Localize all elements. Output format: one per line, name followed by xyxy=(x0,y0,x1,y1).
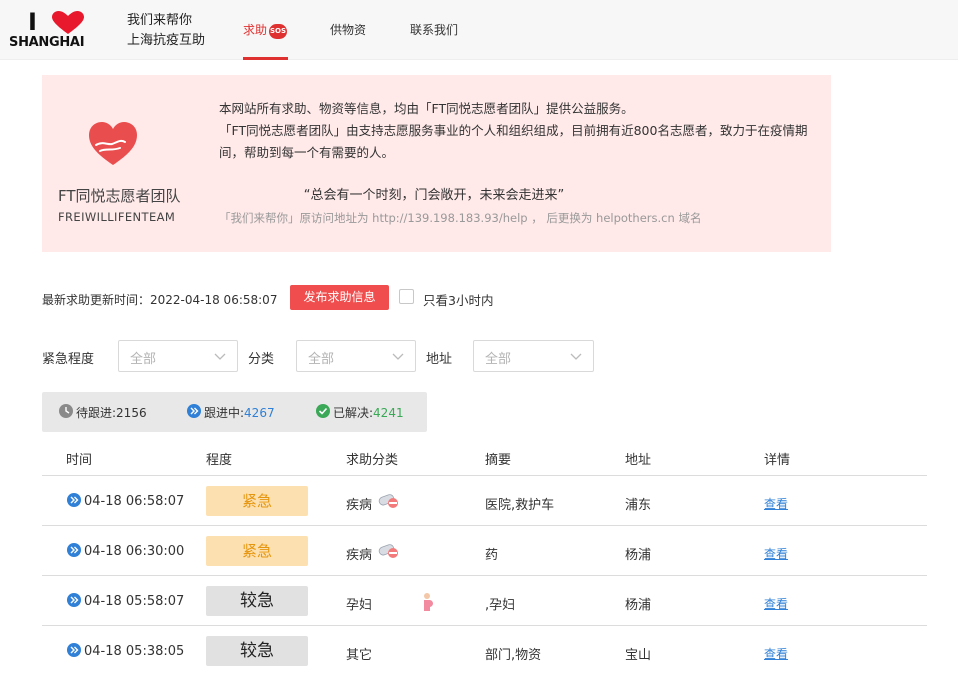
following-count: 4267 xyxy=(244,406,275,420)
status-summary-bar: 待跟进:2156 跟进中:4267 已解决:4241 xyxy=(42,392,427,432)
column-header-summary: 摘要 xyxy=(485,453,512,468)
request-time: 04-18 05:58:07 xyxy=(84,594,185,609)
request-summary: 药 xyxy=(485,548,499,563)
table-row: 04-18 05:58:07 较急 孕妇 ,孕妇 杨浦 查看 xyxy=(42,576,927,626)
double-chevron-right-icon xyxy=(67,643,81,657)
category-select-value: 全部 xyxy=(308,352,335,367)
urgency-badge: 紧急 xyxy=(206,486,308,516)
chevron-down-icon xyxy=(570,353,582,360)
slogan: “总会有一个时刻，门会敞开，未来会走进来” xyxy=(303,188,565,203)
brand-title: 我们来帮你 xyxy=(127,13,193,28)
nav-supplies[interactable]: 供物资 xyxy=(330,21,366,38)
pills-icon xyxy=(378,544,398,558)
view-details-link[interactable]: 查看 xyxy=(764,495,788,512)
last-update-time: 最新求助更新时间：2022-04-18 06:58:07 xyxy=(42,293,278,307)
logo-city-name: SHANGHAI xyxy=(9,35,85,50)
site-brand: 我们来帮你 上海抗疫互助 xyxy=(127,11,205,51)
notice-body: 本网站所有求助、物资等信息，均由「FT同悦志愿者团队」提供公益服务。 「FT同悦… xyxy=(219,98,809,164)
pregnant-icon xyxy=(424,593,433,611)
request-category: 其它 xyxy=(346,648,373,663)
view-details-link[interactable]: 查看 xyxy=(764,545,788,562)
heart-icon xyxy=(52,11,84,34)
urgency-filter-label: 紧急程度 xyxy=(42,352,95,367)
notice-line-2: 「FT同悦志愿者团队」由支持志愿服务事业的个人和组织组成，目前拥有近800名志愿… xyxy=(219,123,808,160)
sos-badge: SOS xyxy=(269,24,288,39)
urgency-badge: 较急 xyxy=(206,586,308,616)
resolved-stat[interactable]: 已解决:4241 xyxy=(316,404,404,421)
urgency-badge: 较急 xyxy=(206,636,308,666)
domain-change-note: 「我们来帮你」原访问地址为 http://139.198.183.93/help… xyxy=(219,211,702,225)
team-name: FT同悦志愿者团队 xyxy=(58,187,181,205)
double-chevron-right-icon xyxy=(187,404,201,418)
check-circle-icon xyxy=(316,404,330,418)
request-summary: 医院,救护车 xyxy=(485,498,555,513)
active-nav-indicator xyxy=(243,57,288,60)
address-select[interactable]: 全部 xyxy=(473,340,594,372)
table-row: 04-18 06:30:00 紧急 疾病 药 杨浦 查看 xyxy=(42,526,927,576)
request-time: 04-18 06:58:07 xyxy=(84,494,185,509)
only-3-hours-checkbox[interactable] xyxy=(399,289,414,304)
request-time: 04-18 06:30:00 xyxy=(84,544,185,559)
category-select[interactable]: 全部 xyxy=(296,340,416,372)
double-chevron-right-icon xyxy=(67,543,81,557)
pending-stat[interactable]: 待跟进:2156 xyxy=(59,404,147,421)
following-stat[interactable]: 跟进中:4267 xyxy=(187,404,275,421)
request-address: 杨浦 xyxy=(625,598,652,613)
chevron-down-icon xyxy=(392,353,404,360)
notice-line-1: 本网站所有求助、物资等信息，均由「FT同悦志愿者团队」提供公益服务。 xyxy=(219,101,634,116)
urgency-badge: 紧急 xyxy=(206,536,308,566)
publish-help-request-button[interactable]: 发布求助信息 xyxy=(290,285,389,310)
brand-subtitle: 上海抗疫互助 xyxy=(127,33,206,48)
urgency-select-value: 全部 xyxy=(130,352,157,367)
team-english-name: FREIWILLIFENTEAM xyxy=(58,210,176,224)
request-time: 04-18 05:38:05 xyxy=(84,644,185,659)
address-filter-label: 地址 xyxy=(426,352,453,367)
column-header-time: 时间 xyxy=(66,453,93,468)
table-row: 04-18 05:38:05 较急 其它 部门,物资 宝山 查看 xyxy=(42,626,927,676)
address-select-value: 全部 xyxy=(485,352,512,367)
column-header-level: 程度 xyxy=(206,453,233,468)
request-summary: 部门,物资 xyxy=(485,648,542,663)
only-3-hours-label[interactable]: 只看3小时内 xyxy=(423,290,493,309)
pending-label: 待跟进: xyxy=(76,406,117,420)
view-details-link[interactable]: 查看 xyxy=(764,595,788,612)
chevron-down-icon xyxy=(214,353,226,360)
nav-contact[interactable]: 联系我们 xyxy=(410,21,458,38)
double-chevron-right-icon xyxy=(67,593,81,607)
resolved-count: 4241 xyxy=(373,406,404,420)
request-summary: ,孕妇 xyxy=(485,598,516,613)
column-header-details: 详情 xyxy=(764,453,791,468)
request-category: 孕妇 xyxy=(346,598,373,613)
clock-icon xyxy=(59,404,73,418)
nav-help-label: 求助 xyxy=(243,23,268,37)
column-header-category: 求助分类 xyxy=(346,453,399,468)
double-chevron-right-icon xyxy=(67,493,81,507)
resolved-label: 已解决: xyxy=(333,406,374,420)
pending-count: 2156 xyxy=(116,406,147,420)
request-category: 疾病 xyxy=(346,548,373,563)
pills-icon xyxy=(378,494,398,508)
column-header-address: 地址 xyxy=(625,453,652,468)
category-filter-label: 分类 xyxy=(248,352,275,367)
urgency-select[interactable]: 全部 xyxy=(118,340,238,372)
logo-letter: I xyxy=(28,8,37,36)
request-address: 宝山 xyxy=(625,648,652,663)
hands-heart-icon xyxy=(89,122,137,165)
request-address: 浦东 xyxy=(625,498,652,513)
i-love-shanghai-logo[interactable]: I SHANGHAI xyxy=(9,10,97,52)
request-address: 杨浦 xyxy=(625,548,652,563)
following-label: 跟进中: xyxy=(204,406,245,420)
view-details-link[interactable]: 查看 xyxy=(764,645,788,662)
request-category: 疾病 xyxy=(346,498,373,513)
nav-help[interactable]: 求助 SOS xyxy=(243,21,288,39)
table-row: 04-18 06:58:07 紧急 疾病 医院,救护车 浦东 查看 xyxy=(42,476,927,526)
top-navigation-bar: I SHANGHAI 我们来帮你 上海抗疫互助 求助 SOS 供物资 联系我们 xyxy=(0,0,958,60)
volunteer-team-notice: FT同悦志愿者团队 FREIWILLIFENTEAM 本网站所有求助、物资等信息… xyxy=(42,75,831,252)
